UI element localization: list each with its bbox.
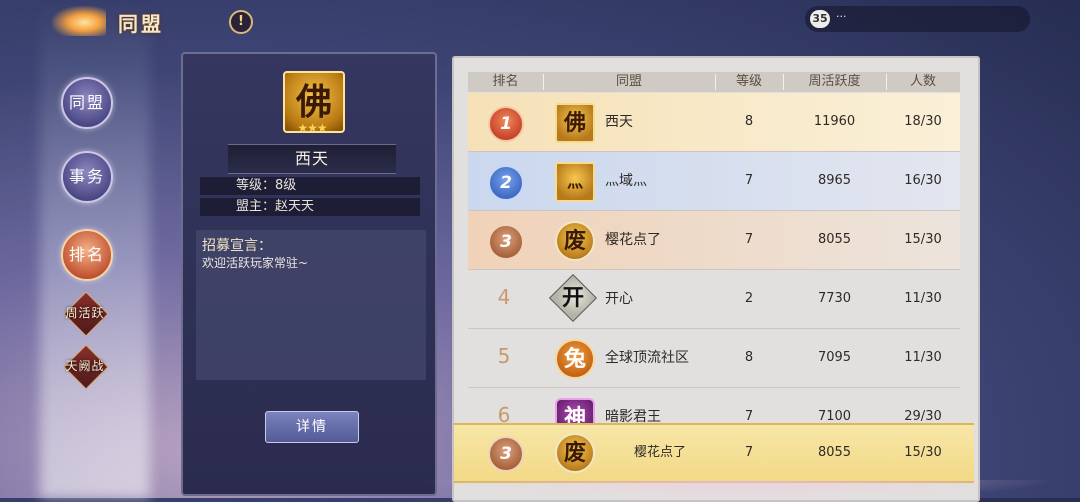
detail-button[interactable]: 详情: [265, 411, 359, 443]
nav-ranking-button[interactable]: 排名: [61, 229, 113, 281]
rank-number: 4: [497, 285, 511, 309]
alliance-level: 7: [744, 173, 754, 188]
recruit-text: 欢迎活跃玩家常驻~: [202, 256, 309, 270]
guild-emblem: 佛 ★★★: [279, 69, 345, 135]
col-activity: 周活跃度: [808, 74, 861, 89]
table-row[interactable]: 1 佛 西天 8 11960 18/30: [468, 93, 960, 152]
alliance-activity: 8055: [817, 445, 852, 460]
nav-alliance-button[interactable]: 同盟: [61, 77, 113, 129]
alliance-name: 灬域灬: [605, 173, 647, 189]
table-header: 排名 同盟 等级 周活跃度 人数: [468, 72, 960, 92]
alliance-level: 7: [744, 232, 754, 247]
sub-nav-label: 天阙战: [65, 359, 105, 373]
page-title: 同盟: [118, 12, 164, 36]
rank-medal-gold-icon: 1: [488, 106, 524, 142]
col-rank: 排名: [492, 74, 519, 89]
alliance-activity: 7730: [817, 291, 852, 306]
table-row[interactable]: 2 灬 灬域灬 7 8965 16/30: [468, 152, 960, 211]
table-row[interactable]: 4 开 开心 2 7730 11/30: [468, 270, 960, 329]
guild-leader: 盟主：赵天天: [200, 198, 420, 216]
chat-badge: 35: [810, 10, 830, 28]
top-bar: 同盟 ! 35 ...: [0, 0, 1080, 44]
nav-affairs-button[interactable]: 事务: [61, 151, 113, 203]
alliance-level: 8: [744, 114, 754, 129]
sub-nav-label: 周活跃: [65, 306, 105, 320]
chat-text: ...: [836, 8, 847, 20]
alliance-name: 开心: [605, 291, 633, 307]
my-alliance-row[interactable]: 3 废 樱花点了 7 8055 15/30: [454, 423, 974, 483]
alliance-members: 16/30: [904, 173, 942, 188]
col-alliance: 同盟: [615, 74, 642, 89]
guild-name: 西天: [228, 144, 396, 174]
alliance-emblem: 灬: [555, 162, 595, 202]
alliance-activity: 8055: [817, 232, 852, 247]
alliance-members: 11/30: [904, 291, 942, 306]
alliance-emblem: 兔: [555, 339, 595, 379]
alliance-level: 2: [744, 291, 754, 306]
col-members: 人数: [909, 74, 936, 89]
table-row[interactable]: 5 兔 全球顶流社区 8 7095 11/30: [468, 329, 960, 388]
title-flame-icon: [52, 6, 106, 36]
sub-nav-tianque-battle[interactable]: 天阙战: [63, 344, 109, 390]
alliance-level: 8: [744, 350, 754, 365]
alliance-emblem: 开: [548, 273, 598, 323]
alliance-members: 15/30: [904, 232, 942, 247]
alliance-emblem: 废: [555, 433, 595, 473]
col-level: 等级: [735, 74, 762, 89]
recruit-declaration: 招募宣言： 欢迎活跃玩家常驻~: [196, 230, 426, 380]
decorative-cloud: [420, 480, 1060, 500]
rank-number: 5: [497, 344, 511, 368]
rank-medal-bronze-icon: 3: [488, 224, 524, 260]
alliance-emblem: 佛: [555, 103, 595, 143]
alliance-activity: 8965: [817, 173, 852, 188]
alliance-members: 18/30: [904, 114, 942, 129]
alliance-members: 15/30: [904, 445, 942, 460]
alliance-activity: 11960: [813, 114, 856, 129]
guild-level: 等级：8级: [200, 177, 420, 195]
alliance-level: 7: [744, 445, 754, 460]
rank-medal-bronze-icon: 3: [488, 436, 524, 472]
alliance-name: 全球顶流社区: [605, 350, 689, 366]
star-icon: ★★★: [297, 121, 327, 135]
alliance-emblem-char: 开: [561, 285, 584, 311]
alliance-name: 樱花点了: [605, 232, 661, 248]
alliance-activity: 7095: [817, 350, 852, 365]
recruit-title: 招募宣言：: [202, 238, 272, 254]
alliance-name: 樱花点了: [633, 445, 686, 460]
alliance-members: 11/30: [904, 350, 942, 365]
alliance-name: 西天: [605, 114, 633, 130]
exclamation-icon[interactable]: !: [229, 10, 253, 34]
table-row[interactable]: 3 废 樱花点了 7 8055 15/30: [468, 211, 960, 270]
sub-nav-weekly-active[interactable]: 周活跃: [63, 291, 109, 337]
alliance-emblem: 废: [555, 221, 595, 261]
rank-medal-silver-icon: 2: [488, 165, 524, 201]
